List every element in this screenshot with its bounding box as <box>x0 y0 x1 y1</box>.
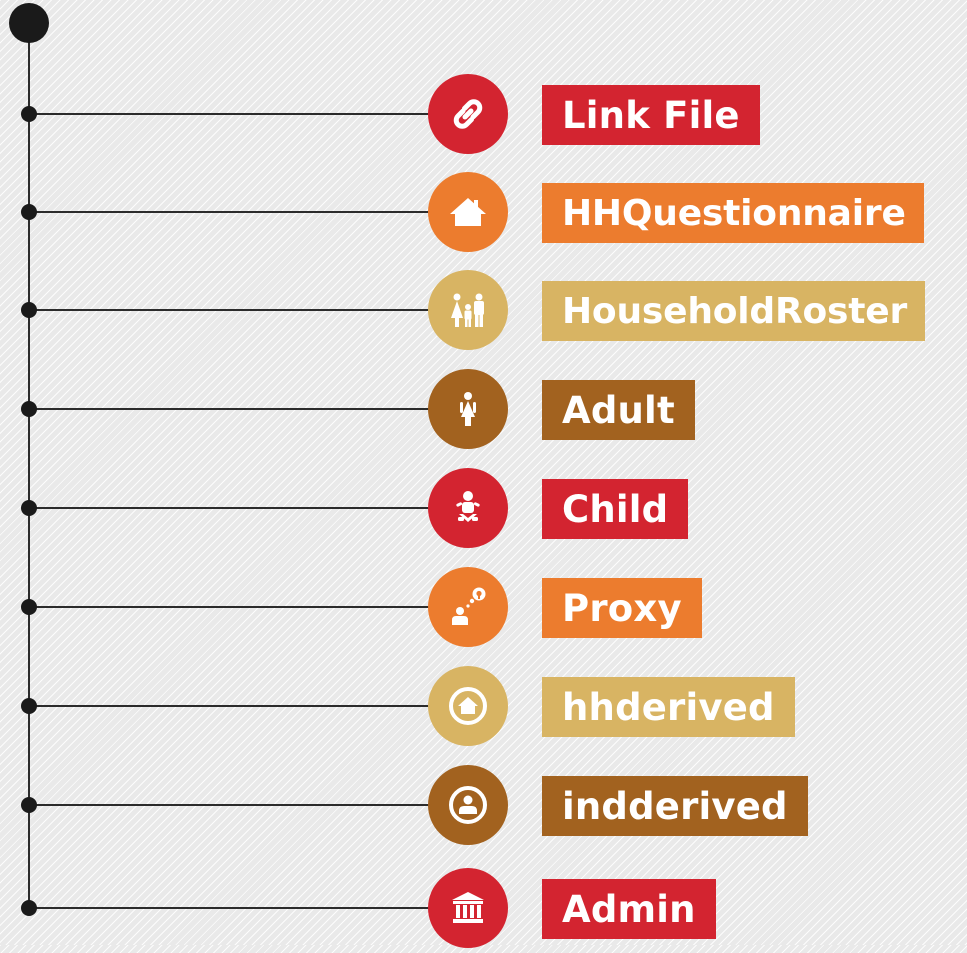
label-proxy: Proxy <box>542 578 702 638</box>
label-indderived: indderived <box>542 776 808 836</box>
label-hhquestionnaire: HHQuestionnaire <box>542 183 924 243</box>
branch-line <box>29 606 449 608</box>
label-adult: Adult <box>542 380 695 440</box>
list-item-admin: Admin <box>0 863 967 953</box>
house-badge-icon <box>428 666 508 746</box>
baby-icon <box>428 468 508 548</box>
branch-line <box>29 211 449 213</box>
branch-line <box>29 705 449 707</box>
label-hhderived: hhderived <box>542 677 795 737</box>
label-householdroster: HouseholdRoster <box>542 281 926 341</box>
node-dot <box>21 401 37 417</box>
branch-line <box>29 804 449 806</box>
node-dot <box>21 106 37 122</box>
node-dot <box>21 900 37 916</box>
node-dot <box>21 599 37 615</box>
branch-line <box>29 113 449 115</box>
list-item-hhquestionnaire: HHQuestionnaire <box>0 167 967 257</box>
node-dot <box>21 500 37 516</box>
proxy-person-icon <box>428 567 508 647</box>
node-dot <box>21 204 37 220</box>
branch-line <box>29 907 449 909</box>
person-icon <box>428 369 508 449</box>
list-item-householdroster: HouseholdRoster <box>0 265 967 355</box>
label-child: Child <box>542 479 689 539</box>
timeline-start-dot <box>9 3 49 43</box>
list-item-child: Child <box>0 463 967 553</box>
node-dot <box>21 302 37 318</box>
link-icon <box>428 74 508 154</box>
list-item-adult: Adult <box>0 364 967 454</box>
branch-line <box>29 309 449 311</box>
branch-line <box>29 408 449 410</box>
list-item-indderived: indderived <box>0 760 967 850</box>
list-item-link-file: Link File <box>0 69 967 159</box>
label-link-file: Link File <box>542 85 760 145</box>
node-dot <box>21 797 37 813</box>
branch-line <box>29 507 449 509</box>
list-item-hhderived: hhderived <box>0 661 967 751</box>
label-admin: Admin <box>542 879 716 939</box>
building-icon <box>428 868 508 948</box>
list-item-proxy: Proxy <box>0 562 967 652</box>
house-icon <box>428 172 508 252</box>
node-dot <box>21 698 37 714</box>
person-badge-icon <box>428 765 508 845</box>
family-icon <box>428 270 508 350</box>
